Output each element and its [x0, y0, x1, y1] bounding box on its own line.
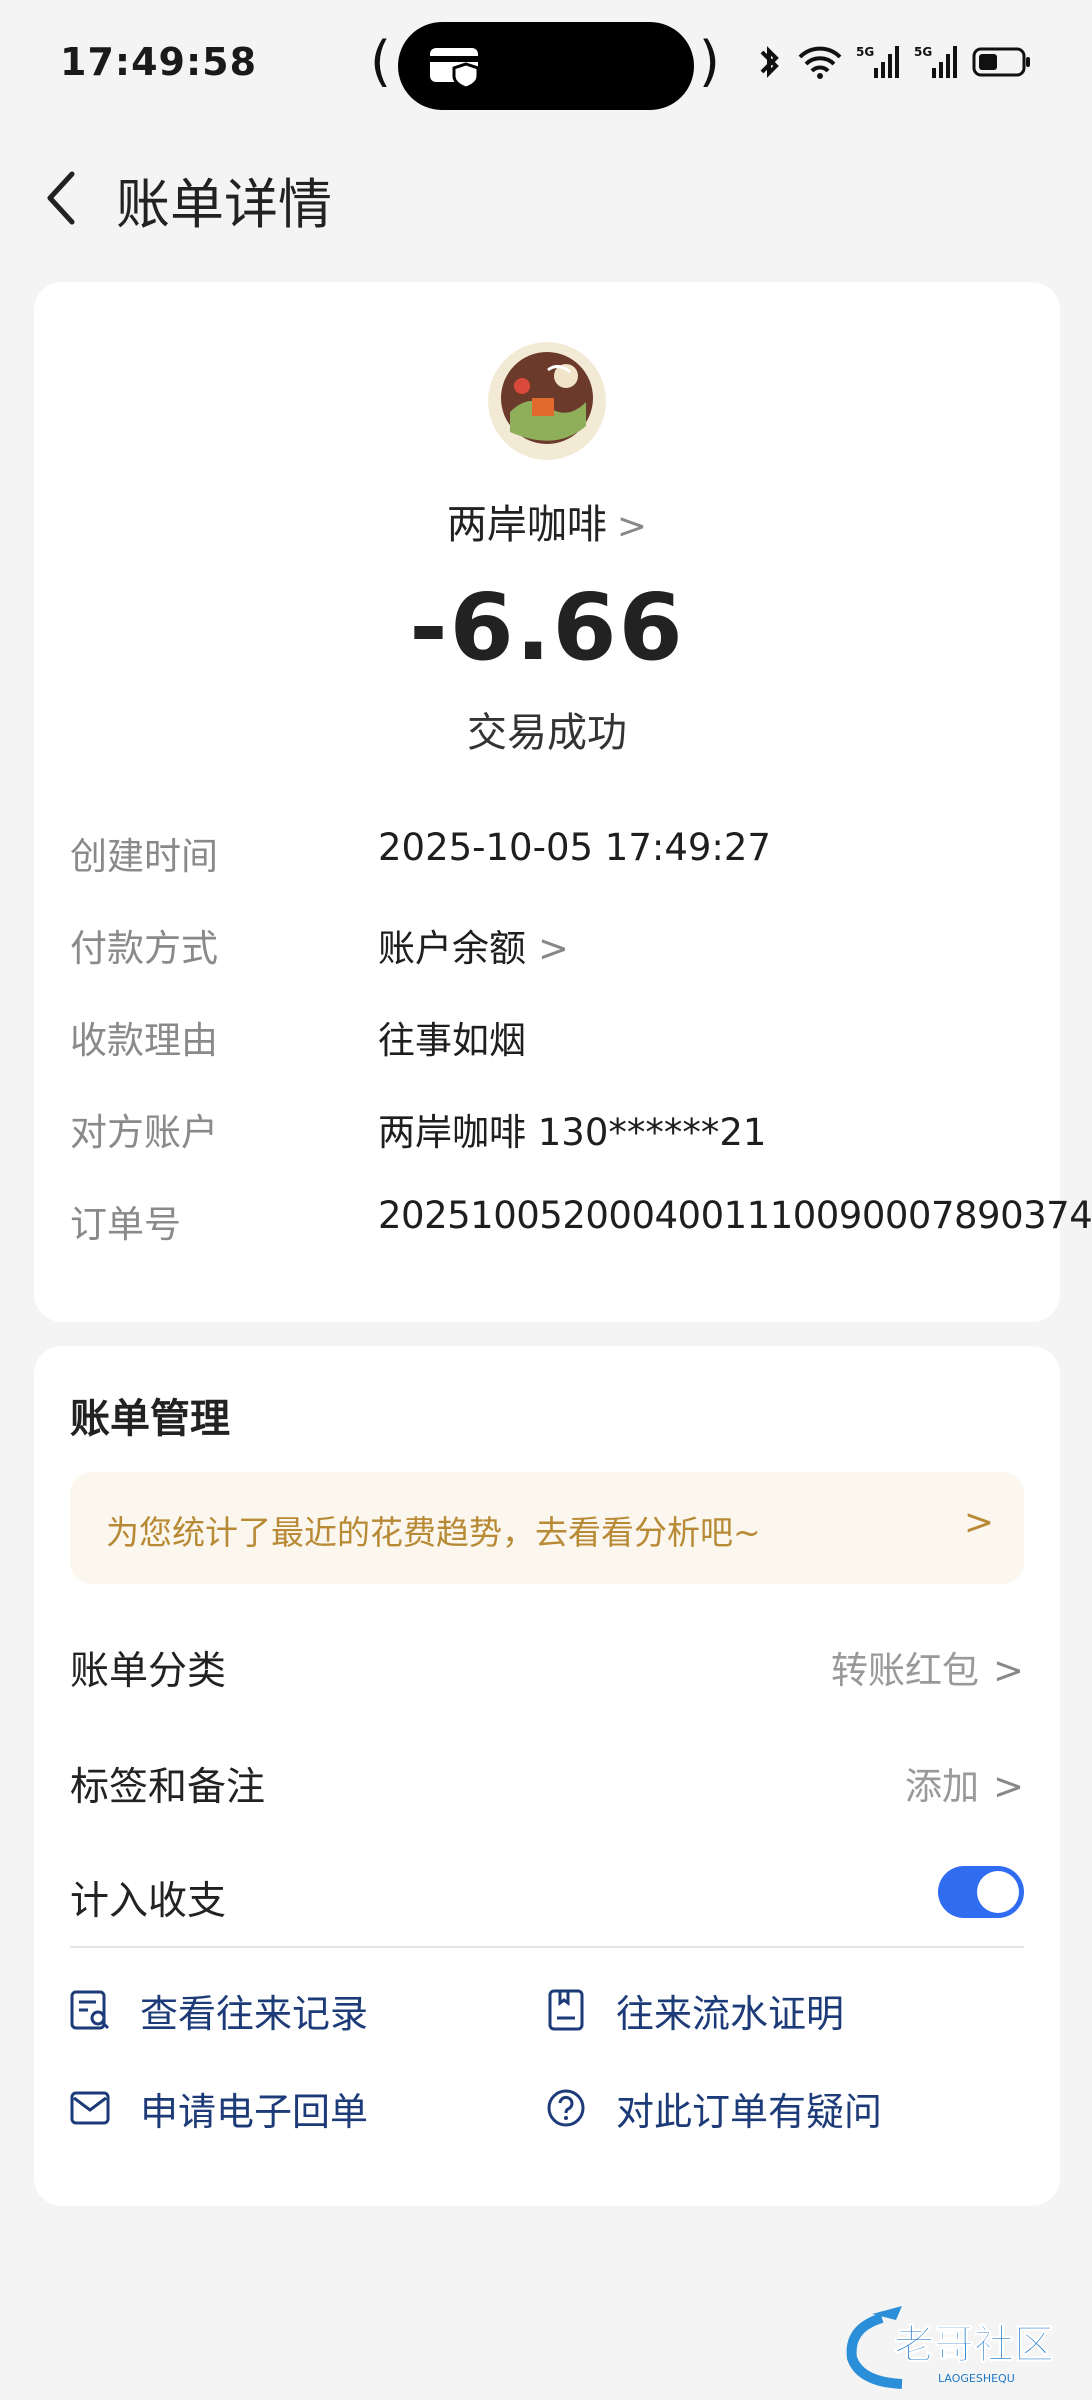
action-label: 对此订单有疑问 — [616, 2089, 883, 2134]
merchant-name-link[interactable]: 两岸咖啡 > — [34, 492, 1060, 550]
merchant-avatar[interactable] — [488, 342, 606, 460]
action-label: 查看往来记录 — [140, 1991, 369, 2036]
detail-label: 订单号 — [70, 1203, 181, 1246]
detail-row-created: 创建时间 2025-10-05 17:49:27 — [70, 826, 1060, 886]
merchant-name: 两岸咖啡 — [446, 502, 607, 548]
include-in-budget-row: 计入收支 — [70, 1858, 1024, 1938]
svg-text:LAOGESHEQU: LAOGESHEQU — [938, 2372, 1015, 2385]
view-records-button[interactable]: 查看往来记录 — [70, 1980, 368, 2040]
merchant-avatar-image — [488, 342, 606, 460]
signal-5g-icon-2: 5G — [914, 45, 957, 78]
row-label: 标签和备注 — [70, 1765, 266, 1810]
watermark-logo: 老哥社区 LAOGESHEQU — [842, 2300, 1072, 2390]
transaction-amount: -6.66 — [409, 574, 685, 681]
envelope-icon — [70, 2091, 110, 2125]
row-label: 账单分类 — [70, 1649, 227, 1694]
detail-value: 往事如烟 — [378, 1019, 526, 1062]
detail-row-counterparty: 对方账户 两岸咖啡 130******21 — [70, 1102, 1060, 1162]
detail-label: 付款方式 — [70, 927, 218, 970]
chevron-right-icon: > — [963, 1502, 994, 1543]
row-value: 转账红包 — [830, 1649, 979, 1692]
signal-5g-icon: 5G — [856, 45, 899, 78]
order-number[interactable]: 2025100520004001110090007890374 8 — [378, 1194, 1092, 1237]
transaction-card: 两岸咖啡 > -6.66 交易成功 创建时间 2025-10-05 17:49:2… — [34, 282, 1092, 1322]
bill-category-row[interactable]: 账单分类 转账红包 > — [70, 1628, 1024, 1708]
section-title: 账单管理 — [70, 1396, 230, 1442]
app-header: 账单详情 — [0, 150, 1092, 240]
chevron-right-icon: > — [992, 1649, 1024, 1692]
tags-notes-row[interactable]: 标签和备注 添加 > — [70, 1744, 1024, 1824]
banner-text: 为您统计了最近的花费趋势，去看看分析吧~ — [106, 1513, 761, 1552]
detail-label: 创建时间 — [70, 835, 218, 878]
action-label: 申请电子回单 — [140, 2089, 369, 2134]
spending-analysis-banner[interactable]: 为您统计了最近的花费趋势，去看看分析吧~ > — [70, 1472, 1024, 1584]
wifi-icon — [798, 46, 842, 79]
detail-row-payment-method[interactable]: 付款方式 账户余额 > — [70, 918, 1060, 978]
detail-value: 2025-10-05 17:49:27 — [378, 826, 771, 869]
detail-label: 收款理由 — [70, 1019, 218, 1062]
detail-value: 账户余额 — [378, 927, 526, 970]
action-label: 往来流水证明 — [616, 1991, 845, 2036]
statement-proof-icon — [548, 1989, 584, 2031]
detail-row-reason: 收款理由 往事如烟 — [70, 1010, 1060, 1070]
svg-text:5G: 5G — [914, 45, 932, 59]
bill-management-card: 账单管理 为您统计了最近的花费趋势，去看看分析吧~ > 账单分类 转账红包 > 标… — [34, 1346, 1060, 2206]
include-in-budget-toggle[interactable] — [938, 1866, 1024, 1918]
bluetooth-icon — [760, 46, 779, 78]
chevron-right-icon: > — [616, 506, 648, 547]
e-receipt-button[interactable]: 申请电子回单 — [70, 2078, 368, 2138]
status-time: 17:49:58 — [60, 40, 258, 84]
detail-row-order-no: 订单号 2025100520004001110090007890374 8 — [70, 1194, 1092, 1254]
divider — [70, 1946, 1024, 1948]
chevron-right-icon: > — [992, 1765, 1024, 1808]
detail-value: 两岸咖啡 130******21 — [378, 1111, 767, 1154]
svg-text:老哥社区: 老哥社区 — [894, 2322, 1054, 2368]
chevron-right-icon: > — [538, 927, 570, 970]
question-circle-icon — [547, 2089, 585, 2127]
row-label: 计入收支 — [70, 1879, 227, 1924]
detail-label: 对方账户 — [70, 1111, 218, 1154]
page-title: 账单详情 — [116, 173, 332, 236]
battery-icon — [972, 47, 1030, 77]
transaction-status: 交易成功 — [467, 710, 627, 756]
card-shield-icon — [430, 48, 480, 90]
row-value: 添加 — [904, 1765, 979, 1808]
order-question-button[interactable]: 对此订单有疑问 — [546, 2078, 882, 2138]
status-bar: 17:49:58 ( ) 5G 5G — [0, 0, 1092, 130]
dynamic-island: ( ) — [370, 20, 720, 110]
back-arrow-icon[interactable] — [36, 162, 86, 232]
records-search-icon — [70, 1990, 110, 2030]
svg-text:5G: 5G — [856, 45, 874, 59]
statement-proof-button[interactable]: 往来流水证明 — [546, 1980, 844, 2040]
